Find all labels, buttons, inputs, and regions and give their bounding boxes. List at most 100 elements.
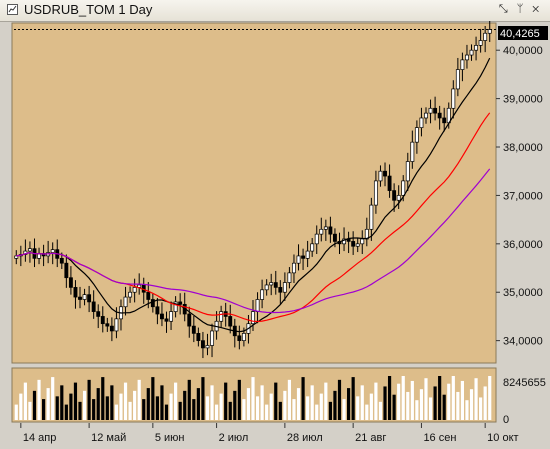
candle-up xyxy=(451,88,456,109)
candle-down xyxy=(87,294,92,303)
volume-bar xyxy=(28,401,32,420)
chart-window: USDRUB_TOM 1 Day ⤡ ᛘ ✕ 40,0000 39,0000 38,… xyxy=(0,0,550,449)
candle-up xyxy=(123,296,128,308)
volume-bar xyxy=(96,388,100,420)
candle-down xyxy=(273,282,278,288)
candle-up xyxy=(478,40,483,46)
candle-up xyxy=(396,195,401,201)
candle-down xyxy=(228,316,233,327)
candle-up xyxy=(410,141,415,162)
volume-bar xyxy=(32,390,37,420)
volume-bar xyxy=(174,382,178,420)
volume-bar xyxy=(356,396,360,420)
candle-up xyxy=(401,180,406,196)
candle-down xyxy=(68,277,73,288)
time-tick-label: 12 май xyxy=(91,432,126,444)
chart-canvas[interactable]: 40,0000 39,0000 38,0000 37,0000 36,0000 35,00… xyxy=(0,21,550,449)
candle-up xyxy=(310,243,315,252)
volume-bar xyxy=(78,401,82,420)
candle-up xyxy=(369,204,374,230)
volume-bar xyxy=(265,404,269,420)
window-title: USDRUB_TOM 1 Day xyxy=(24,2,153,17)
volume-bar xyxy=(365,404,369,420)
volume-bar xyxy=(237,379,241,420)
candle-up xyxy=(287,272,292,283)
candle-down xyxy=(160,313,164,320)
candle-up xyxy=(428,107,433,114)
time-axis: 14 апр 12 май 5 июн 2 июл 28 июл 21 авг 16 сен… xyxy=(20,423,519,444)
volume-bar xyxy=(151,377,155,420)
time-tick-label: 5 июн xyxy=(155,432,185,444)
volume-bar xyxy=(415,400,419,420)
candle-up xyxy=(487,29,492,34)
volume-bar xyxy=(87,379,91,420)
candle-down xyxy=(100,316,105,325)
volume-bar xyxy=(19,393,23,420)
volume-bar xyxy=(119,393,123,420)
volume-bar xyxy=(92,399,96,420)
volume-bar xyxy=(14,404,18,420)
price-tick-label: 37,0000 xyxy=(503,190,543,202)
candle-down xyxy=(91,301,96,312)
candle-down xyxy=(105,323,110,327)
volume-bar xyxy=(164,404,169,420)
volume-bar xyxy=(306,396,310,420)
time-tick-label: 28 июл xyxy=(287,432,323,444)
volume-bar xyxy=(378,401,383,420)
candle-up xyxy=(264,284,269,291)
candle-up xyxy=(314,233,319,245)
candle-down xyxy=(278,287,283,293)
volume-bar xyxy=(123,382,128,420)
candle-down xyxy=(178,301,183,305)
volume-bar xyxy=(442,394,446,420)
volume-bar xyxy=(337,379,342,420)
volume-bar xyxy=(274,382,278,420)
volume-bar xyxy=(397,383,401,420)
volume-bar xyxy=(133,390,137,420)
time-tick-label: 21 авг xyxy=(355,432,386,444)
volume-bar xyxy=(187,379,191,420)
candle-down xyxy=(73,287,78,298)
candle-up xyxy=(355,243,360,247)
price-tick-label: 36,0000 xyxy=(503,239,543,251)
volume-bar xyxy=(73,382,78,420)
volume-bar xyxy=(328,401,332,420)
volume-bar xyxy=(360,385,364,420)
volume-bar xyxy=(246,388,251,420)
volume-bar xyxy=(219,393,223,420)
volume-bar xyxy=(142,399,146,420)
volume-bar xyxy=(69,393,73,420)
volume-bar xyxy=(438,376,442,420)
volume-bar xyxy=(41,399,46,420)
volume-bar xyxy=(351,377,355,420)
title-bar[interactable]: USDRUB_TOM 1 Day ⤡ ᛘ ✕ xyxy=(0,0,550,22)
volume-bar xyxy=(178,401,182,420)
volume-bar xyxy=(37,379,41,420)
volume-bar xyxy=(201,377,205,420)
candle-down xyxy=(442,117,447,124)
volume-bar xyxy=(296,388,301,420)
candle-down xyxy=(387,175,392,191)
volume-bar xyxy=(55,396,59,420)
candle-up xyxy=(260,289,265,300)
candle-down xyxy=(328,226,333,235)
candle-down xyxy=(237,335,242,341)
volume-bar xyxy=(214,404,219,420)
candle-down xyxy=(109,325,114,332)
price-tick-label: 40,0000 xyxy=(503,45,543,57)
volume-bar xyxy=(137,379,141,420)
pin-icon[interactable]: ᛘ xyxy=(517,3,527,15)
volume-bar xyxy=(260,385,264,420)
candle-up xyxy=(414,127,419,143)
volume-bar xyxy=(110,385,114,420)
candle-up xyxy=(474,45,479,51)
close-icon[interactable]: ✕ xyxy=(532,3,542,15)
volume-bar xyxy=(292,399,296,420)
restore-icon[interactable]: ⤡ xyxy=(499,3,511,15)
time-tick-label: 16 сен xyxy=(423,432,456,444)
candle-down xyxy=(64,262,69,279)
volume-bar xyxy=(342,399,346,420)
volume-bar xyxy=(251,377,255,420)
candle-up xyxy=(169,311,174,322)
candle-up xyxy=(323,226,328,230)
